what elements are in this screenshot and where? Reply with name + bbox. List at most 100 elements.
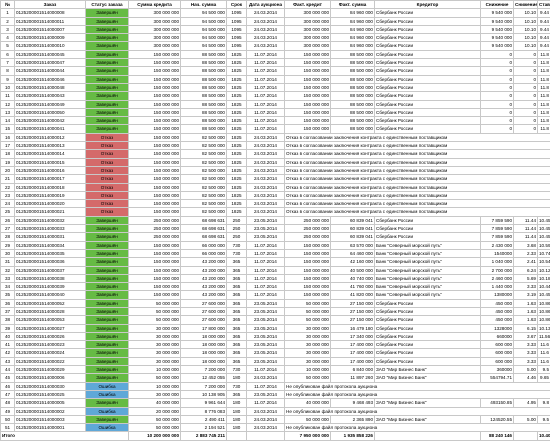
row-number: 33 [1, 274, 15, 282]
status-badge: Завершён [86, 374, 129, 382]
start-sum: 82 500 000 [181, 133, 227, 141]
table-row[interactable]: 360125200001514000052Завершён50 000 0002… [1, 299, 550, 307]
table-row[interactable]: 430125200001514000022Завершён30 000 0001… [1, 357, 550, 365]
col-header-fact-sum[interactable]: Факт. сумма [331, 1, 375, 9]
col-header-start-sum[interactable]: Нач. сумма [181, 1, 227, 9]
col-header-status[interactable]: Статус заказа [86, 1, 129, 9]
table-row[interactable]: 480125200001514000005Завершён40 000 0009… [1, 399, 550, 407]
table-row[interactable]: 300125200001514000035Завершён150 000 000… [1, 249, 550, 257]
table-row[interactable]: 330125200001514000038Завершён150 000 000… [1, 274, 550, 282]
table-row[interactable]: 290125200001514000034Завершён150 000 000… [1, 241, 550, 249]
table-row[interactable]: 260125200001514000032Завершён250 000 000… [1, 216, 550, 224]
row-note: Не опубликован файл протокола аукциона [285, 382, 550, 390]
table-row[interactable]: 280125200001514000031Завершён250 000 000… [1, 233, 550, 241]
lender-name: Сбербанк России [375, 9, 481, 17]
table-row[interactable]: 340125200001514000039Завершён150 000 000… [1, 283, 550, 291]
table-row[interactable]: 140125200001514000042Завершён150 000 000… [1, 117, 550, 125]
table-row[interactable]: 190125200001514000015Отказ150 000 00082 … [1, 158, 550, 166]
table-row[interactable]: 200125200001514000016Отказ150 000 00082 … [1, 166, 550, 174]
table-row[interactable]: 230125200001514000019Отказ150 000 00082 … [1, 191, 550, 199]
start-sum: 88 500 000 [181, 67, 227, 75]
lender-name: Банк "Северный морской путь" [375, 258, 481, 266]
order-id: 0125200001514000006 [15, 374, 86, 382]
table-row[interactable]: 210125200001514000017Отказ150 000 00082 … [1, 175, 550, 183]
table-row[interactable]: 160125200001514000012Отказ150 000 00082 … [1, 133, 550, 141]
col-header-fact-credit[interactable]: Факт. кредит [285, 1, 331, 9]
status-badge: Отказ [86, 200, 129, 208]
rate: 10.595 [538, 241, 550, 249]
col-header-number[interactable]: № [1, 1, 15, 9]
table-row[interactable]: 110125200001514000043Завершён150 000 000… [1, 92, 550, 100]
auction-date: 24.03.2014 [247, 208, 285, 216]
table-row[interactable]: 80125200001514000044Завершён150 000 0008… [1, 67, 550, 75]
table-row[interactable]: 40125200001514000009Завершён300 000 0009… [1, 34, 550, 42]
col-header-term[interactable]: Срок [227, 1, 247, 9]
decrease: 0 [481, 83, 514, 91]
credit-sum: 50 000 000 [129, 374, 181, 382]
table-row[interactable]: 350125200001514000040Завершён150 000 000… [1, 291, 550, 299]
table-row[interactable]: 450125200001514000006Завершён50 000 0001… [1, 374, 550, 382]
rate: 11.8 [538, 117, 550, 125]
table-row[interactable]: 180125200001514000014Отказ150 000 00082 … [1, 150, 550, 158]
table-row[interactable]: 500125200001514000003Завершён50 000 0002… [1, 415, 550, 423]
table-row[interactable]: 380125200001514000053Завершён50 000 0002… [1, 316, 550, 324]
table-row[interactable]: 320125200001514000037Завершён150 000 000… [1, 266, 550, 274]
fact-sum: 84 960 000 [331, 9, 375, 17]
order-id: 0125200001514000039 [15, 283, 86, 291]
term-days: 1825 [227, 158, 247, 166]
col-header-rate[interactable]: Ставка, % [538, 1, 550, 9]
table-row[interactable]: 440125200001514000029Завершён10 000 0007… [1, 366, 550, 374]
col-header-order[interactable]: Заказ [15, 1, 86, 9]
table-row[interactable]: 400125200001514000026Завершён30 000 0001… [1, 332, 550, 340]
table-row[interactable]: 460125200001514000030Ошибка10 000 0007 2… [1, 382, 550, 390]
col-header-decrease-pct[interactable]: Снижение, % [514, 1, 538, 9]
table-row[interactable]: 390125200001514000027Завершён30 000 0001… [1, 324, 550, 332]
table-row[interactable]: 240125200001514000020Отказ150 000 00082 … [1, 200, 550, 208]
table-row[interactable]: 70125200001514000047Завершён150 000 0008… [1, 59, 550, 67]
table-row[interactable]: 270125200001514000033Завершён250 000 000… [1, 225, 550, 233]
col-header-auction-date[interactable]: Дата аукциона [247, 1, 285, 9]
order-id: 0125200001514000035 [15, 249, 86, 257]
table-row[interactable]: 130125200001514000050Завершён150 000 000… [1, 108, 550, 116]
table-row[interactable]: 150125200001514000041Завершён150 000 000… [1, 125, 550, 133]
table-row[interactable]: 90125200001514000046Завершён150 000 0008… [1, 75, 550, 83]
fact-sum: 40 740 000 [331, 274, 375, 282]
table-row[interactable]: 170125200001514000013Отказ150 000 00082 … [1, 142, 550, 150]
order-id: 0125200001514000026 [15, 332, 86, 340]
table-row[interactable]: 470125200001514000025Ошибка30 000 00010 … [1, 390, 550, 398]
credit-sum: 150 000 000 [129, 133, 181, 141]
table-row[interactable]: 220125200001514000018Отказ150 000 00082 … [1, 183, 550, 191]
table-row[interactable]: 490125200001514000002Ошибка20 000 0008 7… [1, 407, 550, 415]
col-header-lender[interactable]: Кредитор [375, 1, 481, 9]
status-badge: Завершён [86, 357, 129, 365]
table-row[interactable]: 120125200001514000049Завершён150 000 000… [1, 100, 550, 108]
table-row[interactable]: 50125200001514000010Завершён300 000 0009… [1, 42, 550, 50]
row-number: 38 [1, 316, 15, 324]
table-row[interactable]: 410125200001514000023Завершён30 000 0001… [1, 341, 550, 349]
col-header-decrease[interactable]: Снижение [481, 1, 514, 9]
term-days: 365 [227, 332, 247, 340]
table-row[interactable]: 30125200001514000007Завершён300 000 0009… [1, 25, 550, 33]
start-sum: 82 500 000 [181, 175, 227, 183]
start-sum: 88 500 000 [181, 108, 227, 116]
lender-name: Сбербанк России [375, 233, 481, 241]
table-row[interactable]: 20125200001514000011Завершён300 000 0009… [1, 17, 550, 25]
status-badge: Отказ [86, 175, 129, 183]
status-badge: Отказ [86, 133, 129, 141]
table-row[interactable]: 510125200001514000001Ошибка50 000 0002 1… [1, 424, 550, 432]
table-row[interactable]: 250125200001514000021Отказ150 000 00082 … [1, 208, 550, 216]
table-row[interactable]: 370125200001514000028Завершён50 000 0002… [1, 307, 550, 315]
auction-date: 11.07.2014 [247, 50, 285, 58]
table-row[interactable]: 10125200001514000008Завершён300 000 0009… [1, 9, 550, 17]
credit-sum: 150 000 000 [129, 175, 181, 183]
table-row[interactable]: 310125200001514000036Завершён150 000 000… [1, 258, 550, 266]
lender-name: Сбербанк России [375, 59, 481, 67]
table-row[interactable]: 420125200001514000024Завершён30 000 0001… [1, 349, 550, 357]
start-sum: 88 500 000 [181, 100, 227, 108]
auction-date: 23.05.2014 [247, 357, 285, 365]
term-days: 365 [227, 390, 247, 398]
term-days: 365 [227, 341, 247, 349]
table-row[interactable]: 60125200001514000045Завершён150 000 0008… [1, 50, 550, 58]
col-header-credit[interactable]: Сумма кредита [129, 1, 181, 9]
table-row[interactable]: 100125200001514000048Завершён150 000 000… [1, 83, 550, 91]
